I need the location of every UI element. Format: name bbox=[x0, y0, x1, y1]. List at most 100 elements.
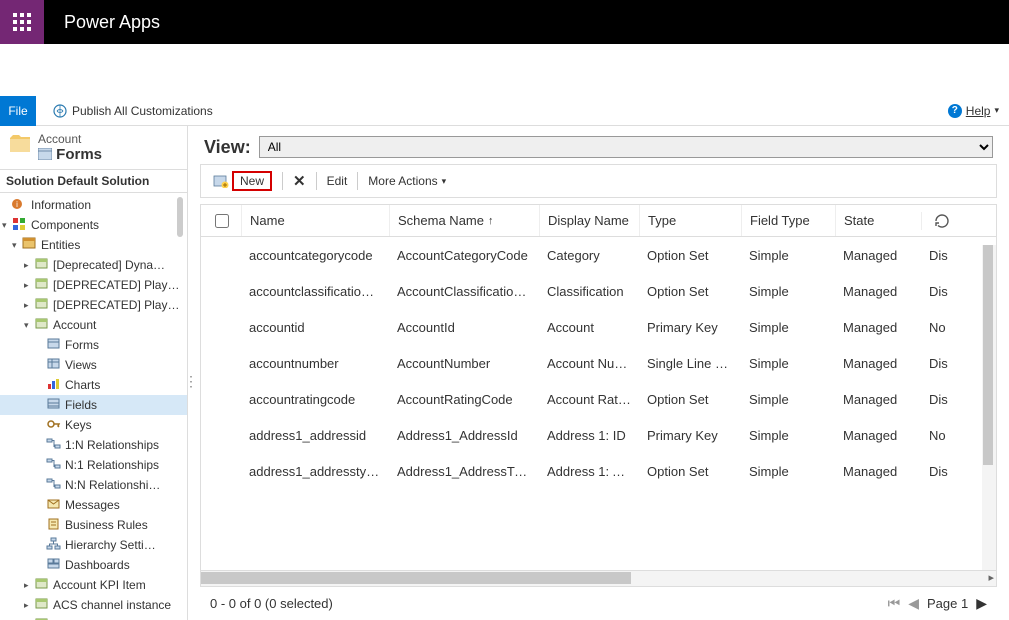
cell-field: Simple bbox=[741, 392, 835, 407]
delete-button[interactable]: ✕ bbox=[287, 172, 312, 190]
cell-field: Simple bbox=[741, 284, 835, 299]
tree-expand-icon[interactable]: ▾ bbox=[12, 240, 22, 251]
pager-page: Page 1 bbox=[927, 596, 968, 611]
tree-item-label: Business Rules bbox=[65, 518, 148, 532]
refresh-button[interactable] bbox=[921, 212, 961, 230]
tree-item[interactable]: Messages bbox=[0, 495, 187, 515]
grid-vscrollbar[interactable] bbox=[982, 245, 996, 570]
tree-item-label: ACS channel instance bbox=[53, 598, 171, 612]
info-icon: i bbox=[12, 197, 28, 213]
tree-item[interactable]: N:1 Relationships bbox=[0, 455, 187, 475]
cell-extra: Dis bbox=[921, 356, 961, 371]
select-all-cell[interactable] bbox=[201, 211, 241, 231]
vscroll-thumb[interactable] bbox=[983, 245, 993, 465]
entity-icon bbox=[34, 257, 50, 273]
tree-item-label: Entities bbox=[41, 238, 80, 252]
table-row[interactable]: accountcategorycodeAccountCategoryCodeCa… bbox=[201, 237, 996, 273]
pager-prev[interactable]: ◀ bbox=[908, 595, 919, 612]
col-header-name[interactable]: Name bbox=[241, 205, 389, 236]
pager-next[interactable]: ▶ bbox=[976, 595, 987, 612]
cell-display: Classification bbox=[539, 284, 639, 299]
tree-expand-icon[interactable]: ▾ bbox=[24, 320, 34, 331]
cell-display: Category bbox=[539, 248, 639, 263]
cell-field: Simple bbox=[741, 248, 835, 263]
edit-button[interactable]: Edit bbox=[321, 172, 354, 190]
tree-scrollbar[interactable] bbox=[177, 197, 183, 237]
view-select[interactable]: All bbox=[259, 136, 993, 158]
cell-type: Option Set bbox=[639, 248, 741, 263]
col-header-state[interactable]: State bbox=[835, 205, 921, 236]
tree-item-label: N:N Relationshi… bbox=[65, 478, 160, 492]
tree-item[interactable]: ▾Components bbox=[0, 215, 187, 235]
grid-hscrollbar[interactable]: ▸ bbox=[201, 570, 996, 586]
tree-item[interactable]: Fields bbox=[0, 395, 187, 415]
cell-state: Managed bbox=[835, 356, 921, 371]
col-header-display[interactable]: Display Name bbox=[539, 205, 639, 236]
tree-item[interactable]: ▸[Deprecated] Dyna… bbox=[0, 255, 187, 275]
tree-item[interactable]: Views bbox=[0, 355, 187, 375]
table-row[interactable]: address1_addressidAddress1_AddressIdAddr… bbox=[201, 417, 996, 453]
cell-state: Managed bbox=[835, 320, 921, 335]
tree-item-label: [DEPRECATED] Play… bbox=[53, 298, 179, 312]
dashboards-icon bbox=[46, 557, 62, 573]
tree-item[interactable]: Charts bbox=[0, 375, 187, 395]
tree-item[interactable]: ▸ACS channel instan… bbox=[0, 615, 187, 620]
cell-state: Managed bbox=[835, 392, 921, 407]
table-row[interactable]: address1_addresstype…Address1_AddressTyp… bbox=[201, 453, 996, 489]
tree-item[interactable]: Business Rules bbox=[0, 515, 187, 535]
tree-item[interactable]: ▸[DEPRECATED] Play… bbox=[0, 275, 187, 295]
cell-schema: AccountClassification… bbox=[389, 284, 539, 299]
app-launcher-button[interactable] bbox=[0, 0, 44, 44]
col-header-schema[interactable]: Schema Name↑ bbox=[389, 205, 539, 236]
cell-field: Simple bbox=[741, 428, 835, 443]
table-row[interactable]: accountidAccountIdAccountPrimary KeySimp… bbox=[201, 309, 996, 345]
tree-item[interactable]: ▸ Account KPI Item bbox=[0, 575, 187, 595]
rel-icon bbox=[46, 457, 62, 473]
tree-item[interactable]: ▾ Entities bbox=[0, 235, 187, 255]
hscroll-thumb[interactable] bbox=[201, 572, 631, 584]
hscroll-arrow-right[interactable]: ▸ bbox=[988, 571, 994, 584]
tree-expand-icon[interactable]: ▸ bbox=[24, 600, 34, 611]
fields-grid: Name Schema Name↑ Display Name Type Fiel… bbox=[200, 204, 997, 587]
col-header-field[interactable]: Field Type bbox=[741, 205, 835, 236]
panel-drag-handle[interactable]: ⋮ bbox=[188, 373, 198, 390]
tree-item[interactable]: iInformation bbox=[0, 195, 187, 215]
tree-expand-icon[interactable]: ▸ bbox=[24, 300, 34, 311]
entity-icon bbox=[34, 577, 50, 593]
table-row[interactable]: accountclassificationc…AccountClassifica… bbox=[201, 273, 996, 309]
grid-toolbar: New ✕ Edit More Actions ▾ bbox=[200, 164, 997, 198]
tree-item[interactable]: Forms bbox=[0, 335, 187, 355]
tree-item[interactable]: Dashboards bbox=[0, 555, 187, 575]
tree-item[interactable]: 1:N Relationships bbox=[0, 435, 187, 455]
entity-icon bbox=[34, 597, 50, 613]
entities-icon bbox=[22, 237, 38, 253]
tree-item[interactable]: ▸ ACS channel instance bbox=[0, 595, 187, 615]
solution-tree[interactable]: iInformation▾Components▾Entities▸[Deprec… bbox=[0, 193, 187, 620]
tree-expand-icon[interactable]: ▸ bbox=[24, 280, 34, 291]
keys-icon bbox=[46, 417, 62, 433]
file-tab[interactable]: File bbox=[0, 96, 36, 126]
cell-field: Simple bbox=[741, 464, 835, 479]
select-all-checkbox[interactable] bbox=[215, 214, 229, 228]
tree-item[interactable]: ▾Account bbox=[0, 315, 187, 335]
table-row[interactable]: accountratingcodeAccountRatingCodeAccoun… bbox=[201, 381, 996, 417]
tree-expand-icon[interactable]: ▸ bbox=[24, 260, 34, 271]
tree-item-label: Information bbox=[31, 198, 91, 212]
tree-item[interactable]: Hierarchy Setti… bbox=[0, 535, 187, 555]
tree-item[interactable]: N:N Relationshi… bbox=[0, 475, 187, 495]
publish-all-button[interactable]: Publish All Customizations bbox=[52, 103, 213, 119]
tree-item[interactable]: Keys bbox=[0, 415, 187, 435]
help-button[interactable]: ? Help ▾ bbox=[948, 104, 999, 118]
left-panel: Account Forms Solution Default Solution … bbox=[0, 126, 188, 620]
new-button[interactable]: New bbox=[207, 169, 278, 193]
more-actions-button[interactable]: More Actions ▾ bbox=[362, 172, 452, 190]
col-header-type[interactable]: Type bbox=[639, 205, 741, 236]
table-row[interactable]: accountnumberAccountNumberAccount Num…Si… bbox=[201, 345, 996, 381]
tree-item[interactable]: ▸ [DEPRECATED] Play… bbox=[0, 295, 187, 315]
pager-first[interactable]: ⏮ bbox=[888, 595, 901, 612]
entity-icon bbox=[34, 297, 50, 313]
tree-expand-icon[interactable]: ▸ bbox=[24, 580, 34, 591]
tree-item-label: Account KPI Item bbox=[53, 578, 146, 592]
tree-expand-icon[interactable]: ▾ bbox=[2, 220, 12, 231]
entity-icon bbox=[34, 317, 50, 333]
